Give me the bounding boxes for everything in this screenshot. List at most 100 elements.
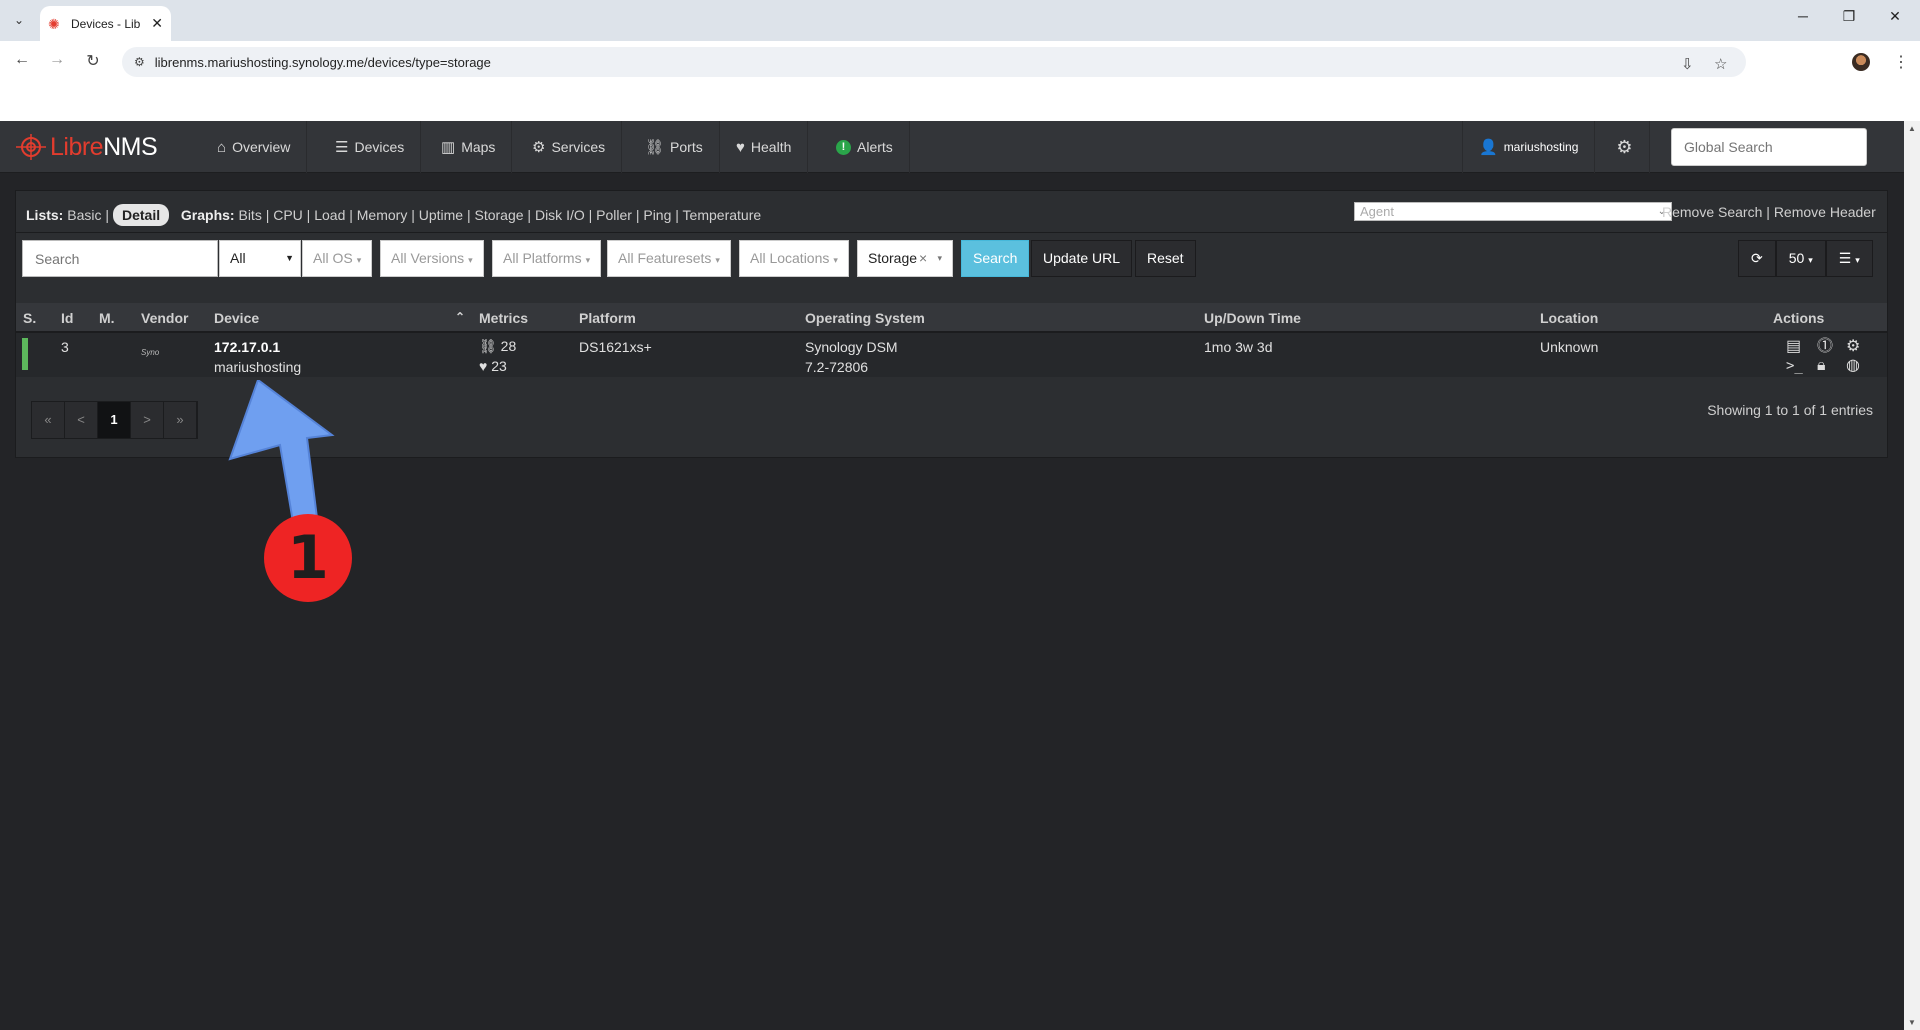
- ports-metric[interactable]: ⛓ 28: [479, 338, 516, 355]
- col-vendor[interactable]: Vendor: [141, 310, 188, 326]
- scroll-down-icon[interactable]: ▼: [1908, 1018, 1916, 1027]
- agent-select[interactable]: Agent ⌄: [1354, 202, 1672, 221]
- install-app-icon[interactable]: ⇩: [1681, 55, 1694, 73]
- first-page-button[interactable]: «: [32, 402, 65, 438]
- globe-web-icon[interactable]: ◍: [1846, 357, 1860, 375]
- graphs-links[interactable]: Bits | CPU | Load | Memory | Uptime | St…: [238, 207, 761, 223]
- sensors-count: 23: [491, 358, 507, 374]
- state-select-value: All: [230, 250, 246, 266]
- col-device[interactable]: Device: [214, 310, 259, 326]
- agent-placeholder: Agent: [1360, 204, 1394, 219]
- per-page-dropdown[interactable]: 50 ▾: [1775, 240, 1826, 277]
- profile-avatar[interactable]: [1852, 53, 1870, 71]
- list-basic-link[interactable]: Basic: [67, 207, 101, 223]
- nav-overview[interactable]: ⌂ Overview: [201, 121, 308, 173]
- tab-close-icon[interactable]: ✕: [151, 15, 163, 32]
- remove-search-link[interactable]: Remove Search: [1662, 204, 1762, 220]
- terminal-ssh-icon[interactable]: >_: [1786, 357, 1803, 375]
- browser-menu-icon[interactable]: ⋮: [1893, 52, 1909, 72]
- prev-page-button[interactable]: <: [65, 402, 98, 438]
- forward-icon[interactable]: →: [45, 51, 69, 69]
- platform-filter[interactable]: All Platforms ▾: [492, 240, 602, 277]
- next-page-button[interactable]: >: [131, 402, 164, 438]
- col-location[interactable]: Location: [1540, 310, 1598, 326]
- address-bar[interactable]: ⚙ librenms.mariushosting.synology.me/dev…: [122, 47, 1746, 77]
- status-up-indicator: [22, 338, 28, 370]
- lock-https-icon[interactable]: 🔒︎: [1817, 357, 1826, 375]
- state-select[interactable]: All ▼: [219, 240, 301, 277]
- alerts-icon[interactable]: ⓵: [1817, 338, 1833, 356]
- device-hostname-link[interactable]: 172.17.0.1: [214, 339, 280, 355]
- search-button[interactable]: Search: [961, 240, 1030, 277]
- list-detail-button[interactable]: Detail: [113, 204, 170, 226]
- last-page-button[interactable]: »: [164, 402, 197, 438]
- os-filter-label: All OS: [313, 250, 353, 266]
- nav-maps[interactable]: ▥ Maps: [425, 121, 513, 173]
- alert-icon: !: [836, 139, 851, 155]
- columns-dropdown[interactable]: ☰ ▾: [1825, 240, 1873, 277]
- back-icon[interactable]: ←: [10, 51, 34, 69]
- col-uptime[interactable]: Up/Down Time: [1204, 310, 1301, 326]
- nav-services[interactable]: ⚙ Services: [516, 121, 623, 173]
- nav-alerts[interactable]: ! Alerts: [820, 121, 910, 173]
- browser-tab-strip: ⌄ ✺ Devices - Lib ✕ ─ ❐ ✕: [0, 0, 1920, 41]
- bookmark-star-icon[interactable]: ☆: [1714, 55, 1727, 73]
- update-url-button[interactable]: Update URL: [1031, 240, 1133, 277]
- restore-icon[interactable]: ❐: [1826, 8, 1872, 25]
- os-filter[interactable]: All OS ▾: [302, 240, 373, 277]
- lists-label: Lists:: [26, 207, 64, 223]
- search-input[interactable]: [22, 240, 218, 277]
- sensors-metric[interactable]: ♥ 23: [479, 358, 507, 374]
- close-window-icon[interactable]: ✕: [1872, 8, 1918, 25]
- pagination: « < 1 > »: [31, 401, 198, 439]
- global-search-input[interactable]: [1671, 128, 1867, 166]
- sort-asc-icon[interactable]: ⌃: [455, 310, 465, 324]
- col-id[interactable]: Id: [61, 310, 73, 326]
- server-icon: ☰: [335, 139, 349, 156]
- cogs-icon: ⚙: [532, 139, 546, 156]
- nav-devices[interactable]: ☰ Devices: [319, 121, 422, 173]
- minimize-icon[interactable]: ─: [1780, 8, 1826, 24]
- browser-tab[interactable]: ✺ Devices - Lib ✕: [40, 6, 171, 41]
- scroll-up-icon[interactable]: ▲: [1908, 124, 1916, 133]
- col-os[interactable]: Operating System: [805, 310, 925, 326]
- heartbeat-icon: ♥: [736, 138, 745, 156]
- col-metrics[interactable]: Metrics: [479, 310, 528, 326]
- col-maintenance[interactable]: M.: [99, 310, 115, 326]
- link-icon: ⛓: [645, 139, 665, 156]
- page-1-button[interactable]: 1: [98, 402, 131, 438]
- reset-button[interactable]: Reset: [1135, 240, 1196, 277]
- username: mariushosting: [1503, 140, 1579, 154]
- vendor-logo: Syno: [141, 348, 160, 357]
- caret-icon: ▾: [356, 255, 362, 265]
- clear-type-icon[interactable]: ×: [919, 250, 927, 266]
- view-device-icon[interactable]: ▤: [1786, 338, 1801, 356]
- settings-gear-icon[interactable]: ⚙: [1600, 121, 1650, 173]
- col-platform[interactable]: Platform: [579, 310, 636, 326]
- ports-count: 28: [500, 338, 517, 354]
- location-filter[interactable]: All Locations ▾: [739, 240, 849, 277]
- table-tools: ⟳ 50 ▾ ☰ ▾: [1738, 240, 1873, 277]
- edit-device-gear-icon[interactable]: ⚙: [1846, 338, 1860, 356]
- featureset-filter[interactable]: All Featuresets ▾: [607, 240, 731, 277]
- user-menu[interactable]: 👤 mariushosting: [1462, 121, 1596, 173]
- device-sysname: mariushosting: [214, 359, 302, 375]
- type-filter[interactable]: Storage × ▾: [857, 240, 953, 277]
- version-filter[interactable]: All Versions ▾: [380, 240, 484, 277]
- site-info-icon[interactable]: ⚙: [134, 55, 145, 69]
- location-filter-label: All Locations: [750, 250, 830, 266]
- brand-nms: NMS: [103, 132, 158, 161]
- col-status[interactable]: S.: [23, 310, 36, 326]
- refresh-icon[interactable]: ⟳: [1738, 240, 1776, 277]
- nav-ports[interactable]: ⛓ Ports: [629, 121, 720, 173]
- lists-graphs-bar: Lists: Basic | Detail Graphs: Bits | CPU …: [16, 191, 1887, 233]
- page-scrollbar[interactable]: ▲ ▼: [1904, 121, 1920, 1030]
- user-icon: 👤: [1479, 139, 1498, 156]
- librenms-logo[interactable]: Libre NMS: [14, 132, 158, 161]
- map-icon: ▥: [441, 139, 456, 156]
- tab-search-icon[interactable]: ⌄: [8, 9, 30, 31]
- caret-icon: ▾: [833, 255, 838, 265]
- reload-icon[interactable]: ↻: [81, 51, 105, 71]
- nav-health[interactable]: ♥ Health: [720, 121, 809, 173]
- remove-header-link[interactable]: Remove Header: [1774, 204, 1876, 220]
